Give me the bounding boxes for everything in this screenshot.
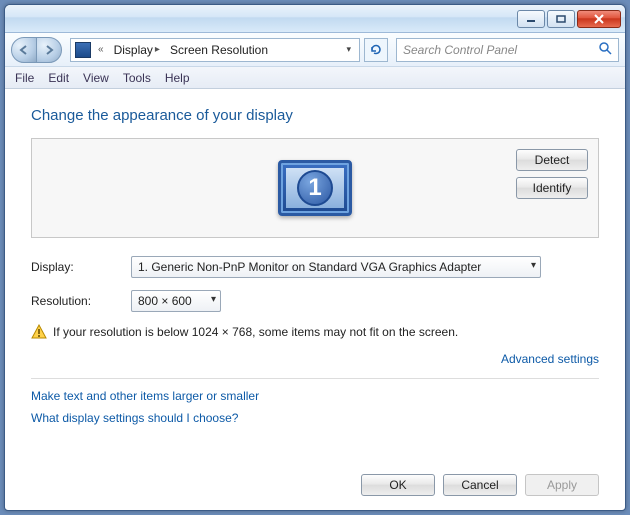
apply-button[interactable]: Apply — [525, 474, 599, 496]
menu-file[interactable]: File — [15, 71, 34, 85]
resolution-row: Resolution: 800 × 600 — [31, 290, 599, 312]
breadcrumb-label: Screen Resolution — [170, 43, 268, 57]
menu-bar: File Edit View Tools Help — [5, 67, 625, 89]
resolution-label: Resolution: — [31, 294, 131, 308]
advanced-row: Advanced settings — [31, 352, 599, 366]
breadcrumb-label: Display — [114, 43, 153, 57]
close-button[interactable] — [577, 10, 621, 28]
titlebar — [5, 5, 625, 33]
content-area: Change the appearance of your display 1 … — [5, 89, 625, 510]
display-value: 1. Generic Non-PnP Monitor on Standard V… — [138, 260, 481, 274]
menu-help[interactable]: Help — [165, 71, 190, 85]
monitor-thumbnail[interactable]: 1 — [278, 160, 352, 216]
resolution-value: 800 × 600 — [138, 294, 192, 308]
warning-text: If your resolution is below 1024 × 768, … — [53, 325, 458, 339]
address-dropdown[interactable]: ▾ — [342, 44, 355, 55]
breadcrumb-screen-resolution[interactable]: Screen Resolution — [167, 43, 271, 57]
search-input[interactable]: Search Control Panel — [396, 38, 619, 62]
preview-buttons: Detect Identify — [516, 149, 588, 199]
display-select[interactable]: 1. Generic Non-PnP Monitor on Standard V… — [131, 256, 541, 278]
breadcrumb-display[interactable]: Display ▸ — [111, 43, 163, 57]
menu-view[interactable]: View — [83, 71, 109, 85]
identify-button[interactable]: Identify — [516, 177, 588, 199]
page-title: Change the appearance of your display — [31, 107, 599, 124]
minimize-button[interactable] — [517, 10, 545, 28]
display-label: Display: — [31, 260, 131, 274]
divider — [31, 378, 599, 379]
cancel-button[interactable]: Cancel — [443, 474, 517, 496]
resolution-select[interactable]: 800 × 600 — [131, 290, 221, 312]
detect-button[interactable]: Detect — [516, 149, 588, 171]
search-icon — [598, 41, 612, 58]
nav-buttons — [11, 37, 62, 63]
control-panel-window: « Display ▸ Screen Resolution ▾ Search C… — [4, 4, 626, 511]
help-link[interactable]: What display settings should I choose? — [31, 411, 599, 425]
navigation-toolbar: « Display ▸ Screen Resolution ▾ Search C… — [5, 33, 625, 67]
text-size-link[interactable]: Make text and other items larger or smal… — [31, 389, 599, 403]
forward-button[interactable] — [36, 37, 62, 63]
address-bar[interactable]: « Display ▸ Screen Resolution ▾ — [70, 38, 360, 62]
monitor-number: 1 — [297, 170, 333, 206]
advanced-settings-link[interactable]: Advanced settings — [501, 352, 599, 366]
control-panel-icon — [75, 42, 91, 58]
back-button[interactable] — [11, 37, 37, 63]
display-preview: 1 Detect Identify — [31, 138, 599, 238]
footer-buttons: OK Cancel Apply — [31, 462, 599, 496]
ok-button[interactable]: OK — [361, 474, 435, 496]
warning-row: If your resolution is below 1024 × 768, … — [31, 324, 599, 340]
chevron-right-icon: ▸ — [155, 44, 160, 55]
refresh-button[interactable] — [364, 38, 388, 62]
warning-icon — [31, 324, 47, 340]
maximize-button[interactable] — [547, 10, 575, 28]
help-links: Make text and other items larger or smal… — [31, 389, 599, 433]
display-row: Display: 1. Generic Non-PnP Monitor on S… — [31, 256, 599, 278]
search-placeholder: Search Control Panel — [403, 43, 517, 57]
breadcrumb-back[interactable]: « — [95, 44, 107, 55]
menu-edit[interactable]: Edit — [48, 71, 69, 85]
menu-tools[interactable]: Tools — [123, 71, 151, 85]
